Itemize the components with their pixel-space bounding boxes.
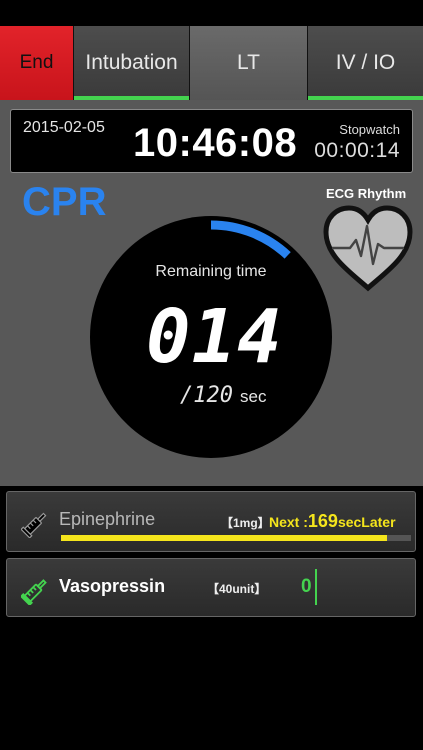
remaining-seconds-value: 14 (191, 294, 283, 380)
vasopressin-dose-count: 0 (301, 576, 312, 597)
drug-row-epinephrine[interactable]: Epinephrine 【1mg】 Next :169secLater (6, 491, 416, 552)
syringe-icon (21, 512, 47, 538)
next-label: Next : (269, 514, 308, 530)
tab-lt-label: LT (237, 51, 260, 74)
current-date: 2015-02-05 (23, 119, 105, 136)
vasopressin-marker (315, 569, 317, 605)
current-time: 10:46:08 (133, 121, 298, 165)
next-seconds: 169 (307, 511, 338, 531)
drug-name: Vasopressin (59, 576, 166, 596)
tab-iv-io[interactable]: IV / IO (308, 26, 423, 100)
total-seconds: /120 (180, 383, 233, 408)
tab-intubation[interactable]: Intubation (74, 26, 190, 100)
stopwatch-value[interactable]: 00:00:14 (314, 139, 400, 163)
drug-dose: 【40unit】 (207, 582, 267, 596)
epinephrine-progress-fill (61, 535, 387, 541)
syringe-icon (21, 579, 47, 605)
remaining-seconds-lead: 0 (146, 294, 192, 380)
drug-row-vasopressin[interactable]: Vasopressin 【40unit】 0 (6, 558, 416, 617)
tab-iv-io-label: IV / IO (335, 51, 396, 74)
cpr-panel: 2015-02-05 10:46:08 Stopwatch 00:00:14 C… (0, 100, 423, 486)
top-tab-bar: End Intubation LT IV / IO (0, 26, 423, 100)
tab-intubation-label: Intubation (85, 51, 178, 74)
drug-name: Epinephrine (59, 509, 156, 529)
tab-lt[interactable]: LT (190, 26, 308, 100)
next-unit: secLater (337, 514, 396, 530)
remaining-time-label: Remaining time (155, 263, 267, 280)
end-button[interactable]: End (0, 26, 74, 100)
ecg-rhythm-label: ECG Rhythm (326, 186, 407, 201)
remaining-seconds: 014 (146, 294, 283, 380)
stopwatch-label: Stopwatch (339, 122, 400, 137)
heart-ecg-icon[interactable] (320, 204, 416, 292)
end-button-label: End (19, 52, 54, 73)
seconds-unit: sec (240, 387, 267, 406)
epinephrine-progress-bar (61, 535, 411, 541)
drug-dose: 【1mg】 (221, 516, 270, 530)
next-dose-timer: Next :169secLater (269, 511, 396, 532)
clock-box: 2015-02-05 10:46:08 Stopwatch 00:00:14 (10, 109, 413, 173)
